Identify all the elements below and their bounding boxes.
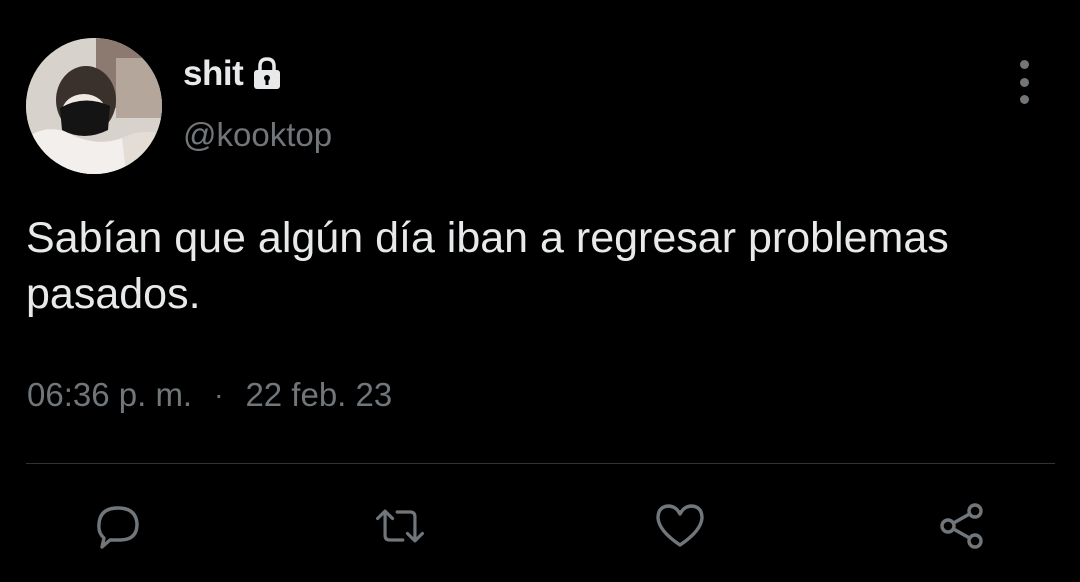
tweet-text-line: pasados.: [26, 270, 201, 318]
lock-icon: [249, 56, 285, 92]
tweet-text-line: Sabían que algún día iban a regresar pro…: [26, 214, 949, 262]
tweet-card: shit @kooktop Sabían que algún día iban …: [0, 0, 1080, 582]
divider: [26, 463, 1055, 464]
share-icon: [940, 503, 983, 549]
reply-icon: [97, 506, 139, 549]
reply-button[interactable]: [90, 498, 146, 554]
tweet-text: Sabían que algún día iban a regresar pro…: [26, 210, 1056, 322]
share-button[interactable]: [934, 498, 990, 554]
more-options-button[interactable]: [1006, 60, 1042, 104]
display-name[interactable]: shit: [183, 54, 244, 94]
avatar-photo-icon: [26, 38, 162, 174]
tweet-meta: 06:36 p. m. · 22 feb. 23: [27, 376, 392, 414]
heart-icon: [656, 504, 704, 547]
more-dot: [1019, 95, 1029, 104]
more-dot: [1019, 77, 1029, 87]
tweet-date[interactable]: 22 feb. 23: [245, 376, 392, 414]
more-vertical-icon: [1019, 60, 1029, 69]
retweet-button[interactable]: [372, 498, 428, 554]
user-handle[interactable]: @kooktop: [183, 116, 332, 154]
avatar[interactable]: [26, 38, 162, 174]
like-button[interactable]: [652, 498, 708, 554]
tweet-time[interactable]: 06:36 p. m.: [27, 376, 192, 414]
display-name-row[interactable]: shit: [183, 52, 285, 96]
retweet-icon: [376, 509, 424, 543]
meta-separator: ·: [214, 379, 224, 410]
